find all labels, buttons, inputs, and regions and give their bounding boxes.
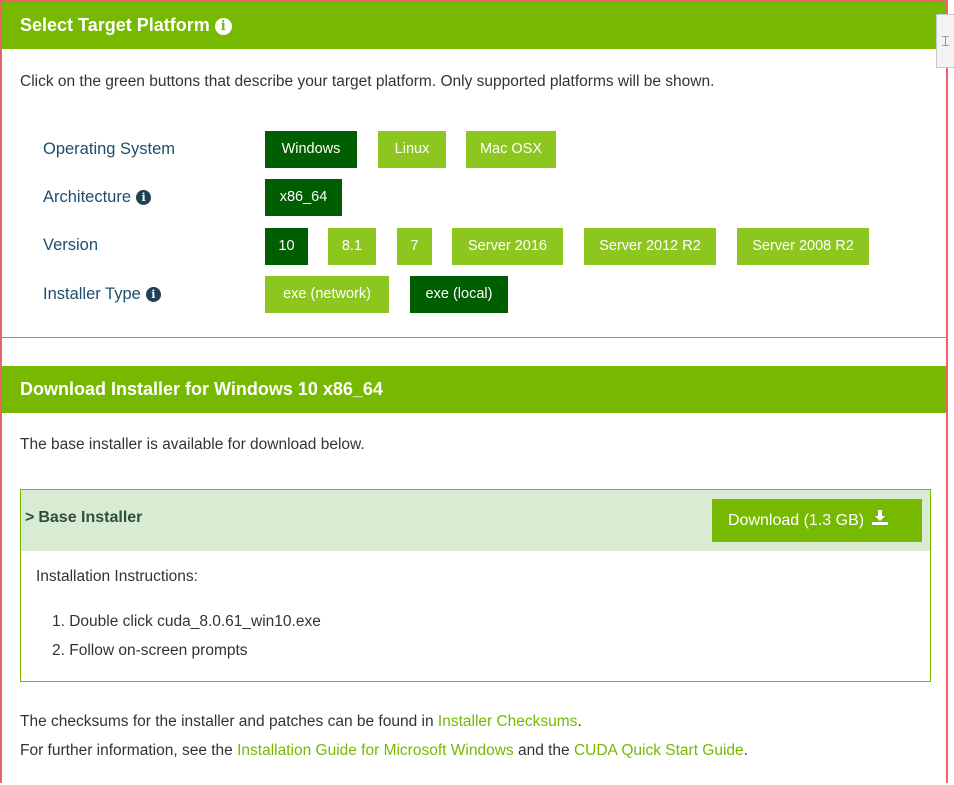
download-button-label: Download (1.3 GB) [728,512,865,529]
installer-checksums-link[interactable]: Installer Checksums [438,713,578,730]
installer-option-exe-network[interactable]: exe (network) [265,276,389,313]
select-target-platform-header: Select Target Platform i [2,2,946,49]
instruction-step: 1. Double click cuda_8.0.61_win10.exe [52,613,321,630]
installer-option-exe-local[interactable]: exe (local) [410,276,508,313]
os-option-windows[interactable]: Windows [265,131,357,168]
further-info-suffix: . [743,742,748,759]
info-icon[interactable]: i [214,18,232,35]
further-info-text: For further information, see the Install… [20,742,748,760]
os-option-mac-osx[interactable]: Mac OSX [466,131,556,168]
version-option-server-2016[interactable]: Server 2016 [452,228,563,265]
version-option-7[interactable]: 7 [397,228,432,265]
version-option-server-2012-r2[interactable]: Server 2012 R2 [584,228,716,265]
instruction-step: 2. Follow on-screen prompts [52,642,248,659]
base-installer-title-text: Base Installer [38,509,143,526]
installation-guide-link[interactable]: Installation Guide for Microsoft Windows [237,742,514,759]
installer-type-label: Installer Type i [43,285,161,304]
page-tool-icon[interactable]: ⌶ [936,14,954,68]
further-info-mid: and the [513,742,574,759]
select-panel-title: Select Target Platform [20,15,210,35]
checksums-suffix: . [577,713,582,730]
chevron-right-icon: > [25,509,35,526]
download-icon [872,499,889,542]
os-label: Operating System [43,140,176,158]
version-label: Version [43,236,99,254]
download-intro-text: The base installer is available for down… [20,436,365,453]
further-info-prefix: For further information, see the [20,742,238,759]
version-option-server-2008-r2[interactable]: Server 2008 R2 [737,228,869,265]
architecture-info-icon[interactable]: i [136,190,152,205]
select-intro-text: Click on the green buttons that describe… [20,73,715,90]
cuda-quick-start-guide-link[interactable]: CUDA Quick Start Guide [574,742,744,759]
base-installer-box: > Base Installer Download (1.3 GB) Instal… [20,489,931,682]
os-option-linux[interactable]: Linux [378,131,446,168]
version-option-10[interactable]: 10 [265,228,308,265]
architecture-label: Architecture i [43,188,152,207]
installer-type-label-text: Installer Type [43,285,141,303]
checksums-prefix: The checksums for the installer and patc… [20,713,438,730]
download-panel-title: Download Installer for Windows 10 x86_64 [20,379,383,399]
download-installer-header: Download Installer for Windows 10 x86_64 [2,366,946,413]
installation-instructions-title: Installation Instructions: [36,568,198,585]
architecture-label-text: Architecture [43,188,132,206]
version-option-8-1[interactable]: 8.1 [328,228,376,265]
arch-option-x86-64[interactable]: x86_64 [265,179,342,216]
checksums-text: The checksums for the installer and patc… [20,713,582,731]
panel-divider [2,337,946,338]
installer-type-info-icon[interactable]: i [145,287,161,302]
base-installer-title[interactable]: > Base Installer [25,509,142,527]
base-installer-header[interactable]: > Base Installer Download (1.3 GB) [21,490,930,551]
download-button[interactable]: Download (1.3 GB) [712,499,922,542]
